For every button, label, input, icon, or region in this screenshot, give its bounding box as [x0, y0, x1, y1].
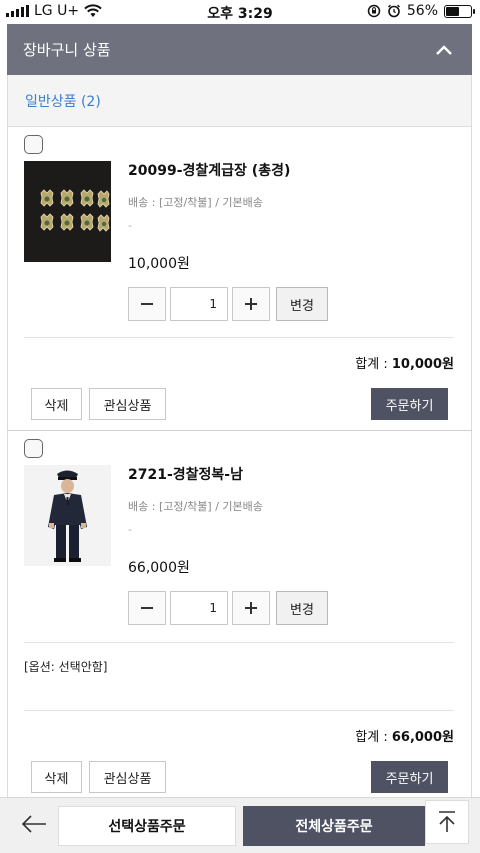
section-header: 일반상품 (2)	[7, 75, 472, 127]
quantity-input[interactable]: 1	[170, 591, 228, 625]
quantity-stepper: 1 변경	[128, 287, 328, 321]
item-total: 합계 : 66,000원	[355, 726, 454, 745]
battery-percent: 56%	[406, 3, 438, 19]
product-image-badge	[24, 161, 111, 262]
badge-image-icon	[24, 161, 111, 262]
battery-level	[446, 6, 460, 16]
change-quantity-button[interactable]: 변경	[276, 287, 328, 321]
collapse-button[interactable]	[432, 38, 456, 62]
item-option: [옵션: 선택안함]	[24, 660, 108, 674]
plus-icon	[245, 298, 257, 310]
rotation-lock-icon	[367, 4, 381, 18]
plus-icon	[245, 602, 257, 614]
decrease-button[interactable]	[128, 287, 166, 321]
item-checkbox[interactable]	[24, 439, 43, 458]
back-button[interactable]	[12, 804, 56, 844]
arrow-up-to-top-icon	[439, 811, 455, 832]
wishlist-button[interactable]: 관심상품	[89, 388, 166, 420]
item-checkbox[interactable]	[24, 135, 43, 154]
item-name[interactable]: 20099-경찰계급장 (총경)	[128, 160, 290, 180]
uniform-image-icon	[24, 465, 111, 566]
cart-title: 장바구니 상품	[23, 41, 111, 59]
product-image-uniform	[24, 465, 111, 566]
divider	[24, 642, 454, 643]
cart-header: 장바구니 상품	[7, 24, 472, 75]
status-right: 56%	[367, 3, 475, 19]
order-selected-button[interactable]: 선택상품주문	[58, 806, 236, 846]
order-item-button[interactable]: 주문하기	[371, 388, 448, 420]
item-shipping: 배송 : [고정/착불] / 기본배송	[128, 196, 263, 209]
item-option-dash: -	[128, 219, 132, 232]
item-price: 10,000원	[128, 256, 190, 272]
quantity-stepper: 1 변경	[128, 591, 328, 625]
scroll-top-button[interactable]	[425, 800, 469, 844]
order-item-button[interactable]: 주문하기	[371, 761, 448, 793]
increase-button[interactable]	[232, 591, 270, 625]
divider	[24, 337, 454, 338]
bottom-action-bar: 선택상품주문 전체상품주문	[0, 797, 480, 853]
section-title: 일반상품 (2)	[25, 94, 101, 110]
delete-button[interactable]: 삭제	[31, 761, 82, 793]
minus-icon	[141, 303, 153, 305]
item-total: 합계 : 10,000원	[355, 353, 454, 372]
cart-item: 20099-경찰계급장 (총경) 배송 : [고정/착불] / 기본배송 - 1…	[7, 127, 472, 430]
order-all-button[interactable]: 전체상품주문	[243, 806, 425, 846]
cart-item: 2721-경찰정복-남 배송 : [고정/착불] / 기본배송 - 66,000…	[7, 431, 472, 797]
item-total-label: 합계 :	[355, 357, 392, 372]
wishlist-button[interactable]: 관심상품	[89, 761, 166, 793]
status-bar: LG U+ 오후 3:29 56%	[0, 0, 480, 24]
item-option-dash: -	[128, 523, 132, 536]
divider	[24, 710, 454, 711]
arrow-left-icon	[21, 815, 46, 833]
decrease-button[interactable]	[128, 591, 166, 625]
item-total-label: 합계 :	[355, 730, 392, 745]
chevron-up-icon	[436, 44, 452, 55]
increase-button[interactable]	[232, 287, 270, 321]
battery-icon	[444, 4, 475, 18]
item-shipping: 배송 : [고정/착불] / 기본배송	[128, 500, 263, 513]
item-total-value: 10,000원	[391, 357, 454, 372]
item-name[interactable]: 2721-경찰정복-남	[128, 464, 243, 484]
alarm-icon	[387, 4, 400, 18]
delete-button[interactable]: 삭제	[31, 388, 82, 420]
item-total-value: 66,000원	[391, 730, 454, 745]
change-quantity-button[interactable]: 변경	[276, 591, 328, 625]
item-price: 66,000원	[128, 560, 190, 576]
minus-icon	[141, 607, 153, 609]
quantity-input[interactable]: 1	[170, 287, 228, 321]
